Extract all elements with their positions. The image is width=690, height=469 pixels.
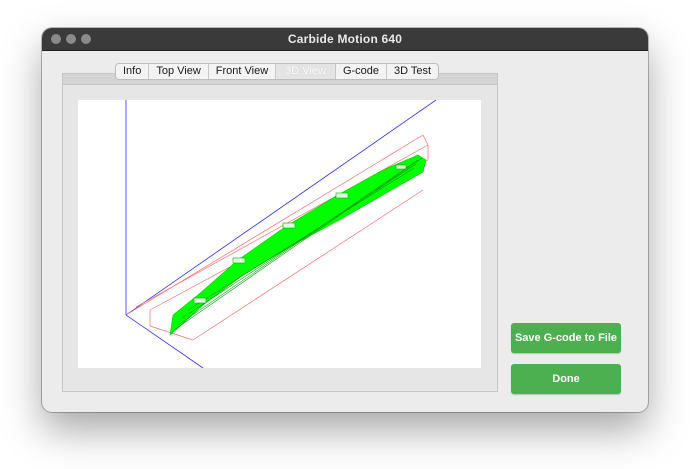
toolpath-3d-viewport[interactable] bbox=[78, 99, 481, 369]
tab-g-code[interactable]: G-code bbox=[336, 64, 388, 79]
toolpath-canvas bbox=[125, 99, 437, 369]
tab-3d-view[interactable]: 3D View bbox=[276, 64, 336, 79]
tab-top-view[interactable]: Top View bbox=[149, 64, 209, 79]
app-window: Carbide Motion 640 Info Top View Front V… bbox=[42, 28, 648, 412]
window-title: Carbide Motion 640 bbox=[287, 32, 403, 46]
toolpath bbox=[169, 154, 427, 336]
tab-info[interactable]: Info bbox=[116, 64, 150, 79]
done-button[interactable]: Done bbox=[511, 364, 621, 394]
tab-3d-test[interactable]: 3D Test bbox=[387, 64, 438, 79]
tab-front-view[interactable]: Front View bbox=[209, 64, 277, 79]
tab-bar: Info Top View Front View 3D View G-code … bbox=[115, 63, 440, 80]
title-bar: Carbide Motion 640 bbox=[42, 28, 648, 51]
save-gcode-button[interactable]: Save G-code to File bbox=[511, 323, 621, 353]
